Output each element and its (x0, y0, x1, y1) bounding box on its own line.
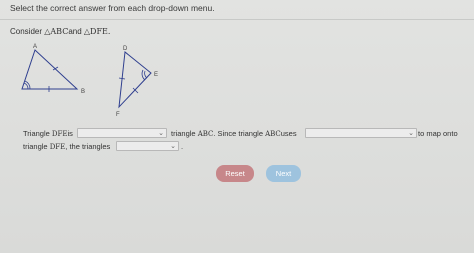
consider-conjunction: and (68, 27, 84, 36)
vertex-f-label: F (116, 112, 120, 118)
page: Select the correct answer from each drop… (0, 0, 474, 253)
triangle-abc-label: △ABC (44, 27, 69, 36)
chevron-down-icon: ⌄ (170, 143, 176, 150)
question-triangle-dfe-2: DFE (49, 143, 66, 151)
triangles-figure: A C B D E F (20, 44, 158, 118)
vertex-d-label: D (123, 46, 128, 52)
question-line-1: Triangle DFEis (23, 129, 73, 138)
question-triangle-abc-2: ABC (265, 130, 281, 138)
chevron-down-icon: ⌄ (408, 130, 414, 137)
angle-c-arc-outer (24, 80, 31, 90)
triangle-abc: A C B (20, 44, 85, 95)
question-period: . (181, 142, 184, 151)
instruction-text: Select the correct answer from each drop… (10, 3, 215, 13)
question-map-onto: to map onto (418, 129, 458, 138)
question-line-1-end: to map onto (418, 129, 458, 138)
question-triangle-word-2: triangle (23, 142, 50, 151)
chevron-down-icon: ⌄ (158, 130, 164, 137)
vertex-c-label: C (20, 88, 21, 94)
question-triangle-dfe: DFE (51, 130, 68, 138)
triangle-dfe-label: △DFE. (83, 27, 111, 36)
question-line-2: triangle DFE, the triangles (23, 142, 110, 151)
question-uses: uses (280, 129, 297, 138)
question-is: is (67, 129, 73, 138)
dropdown-congruence[interactable]: ⌄ (77, 128, 167, 138)
vertex-b-label: B (81, 89, 85, 95)
vertex-e-label: E (154, 72, 158, 78)
triangle-abc-shape (21, 49, 79, 90)
question-line-1-mid: triangle ABC. Since triangle ABCuses (171, 129, 297, 138)
next-button[interactable]: Next (266, 165, 301, 182)
question-since: . Since triangle (213, 129, 266, 138)
question-line-2-end: . (181, 142, 183, 151)
question-the-triangles: , the triangles (65, 142, 111, 151)
dropdown-transformation[interactable]: ⌄ (305, 128, 417, 138)
question-prefix: Triangle (23, 129, 52, 138)
angle-c-arc (23, 82, 29, 90)
reset-button[interactable]: Reset (216, 165, 254, 182)
triangle-dfe-shape (118, 51, 152, 109)
question-triangle-abc: ABC (197, 130, 214, 138)
question-triangle-word: triangle (171, 129, 198, 138)
triangle-dfe: D E F (116, 46, 158, 118)
consider-prefix: Consider (10, 27, 45, 36)
dropdown-conclusion[interactable]: ⌄ (116, 141, 179, 151)
side-df-tick (118, 77, 126, 80)
header-divider (0, 19, 474, 20)
vertex-a-label: A (33, 44, 37, 50)
consider-text: Consider △ABCand △DFE. (10, 27, 110, 36)
